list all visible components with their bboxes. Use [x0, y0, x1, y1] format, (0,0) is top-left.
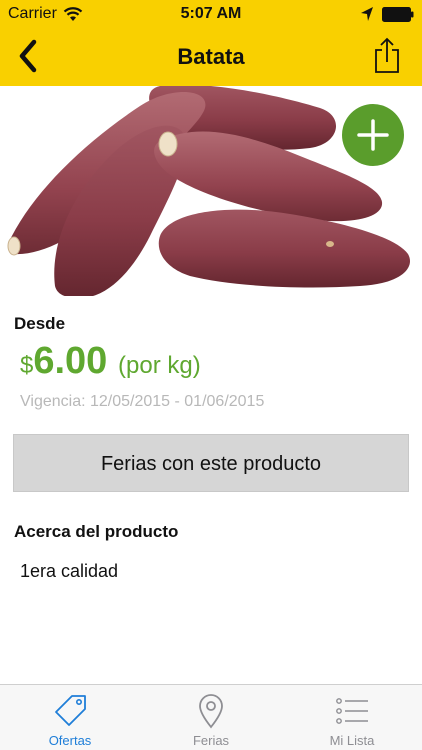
- tab-ferias[interactable]: Ferias: [141, 685, 281, 750]
- tab-bar: Ofertas Ferias Mi Lista: [0, 684, 422, 750]
- add-to-list-button[interactable]: [342, 104, 404, 166]
- status-time: 5:07 AM: [180, 5, 242, 22]
- status-bar: Carrier 5:07 AM: [0, 0, 422, 30]
- ferias-con-producto-button[interactable]: Ferias con este producto: [13, 434, 409, 492]
- tab-ofertas-label: Ofertas: [48, 733, 92, 748]
- top-bar: Carrier 5:07 AM Batata: [0, 0, 422, 86]
- share-icon: [375, 37, 399, 73]
- tag-icon: [55, 695, 86, 726]
- desde-label: Desde: [14, 314, 66, 333]
- validity-dates: Vigencia: 12/05/2015 - 01/06/2015: [20, 393, 265, 410]
- tab-mi-lista-label: Mi Lista: [329, 733, 375, 748]
- list-icon: [336, 698, 368, 724]
- tab-mi-lista[interactable]: Mi Lista: [282, 685, 422, 750]
- tab-ferias-label: Ferias: [192, 733, 230, 748]
- location-arrow-icon: [361, 7, 373, 21]
- tab-ofertas[interactable]: Ofertas: [0, 685, 140, 750]
- price-amount: 6.00: [33, 340, 108, 382]
- battery-icon: [382, 7, 414, 22]
- plus-icon: [357, 119, 389, 151]
- price: $6.00 (por kg): [20, 340, 201, 383]
- about-text: 1era calidad: [20, 561, 119, 581]
- page-title: Batata: [177, 44, 245, 69]
- share-button[interactable]: [372, 36, 402, 76]
- price-currency: $: [20, 352, 34, 379]
- price-unit: (por kg): [118, 352, 201, 379]
- map-pin-icon: [199, 694, 223, 729]
- about-title: Acerca del producto: [14, 522, 179, 541]
